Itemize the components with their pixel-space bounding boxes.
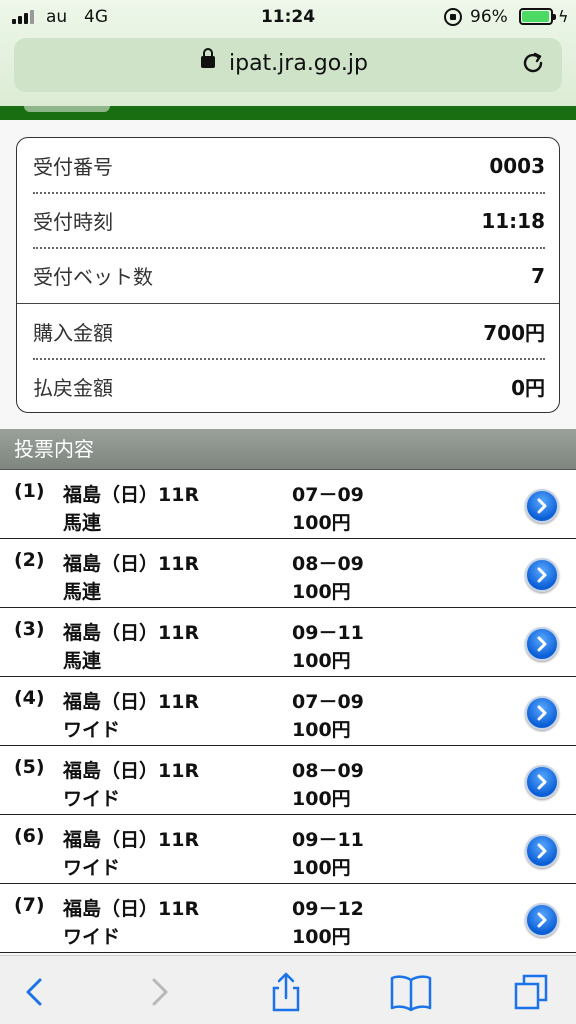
list-item[interactable]: (1) 福島（日）11R 馬連 07－09 100円 bbox=[0, 470, 576, 539]
chevron-right-icon[interactable] bbox=[525, 834, 559, 868]
header-tab[interactable] bbox=[24, 106, 110, 112]
bet-amount: 100円 bbox=[292, 857, 351, 879]
bet-combination: 07－09 bbox=[292, 484, 364, 506]
bet-list: (1) 福島（日）11R 馬連 07－09 100円 (2) 福島（日）11R … bbox=[0, 470, 576, 953]
receipt-row-bet-count: 受付ベット数 7 bbox=[33, 248, 545, 303]
bet-combination: 09－12 bbox=[292, 898, 364, 920]
chevron-right-icon[interactable] bbox=[525, 765, 559, 799]
receipt-value: 0003 bbox=[489, 153, 545, 178]
list-item[interactable]: (7) 福島（日）11R ワイド 09－12 100円 bbox=[0, 884, 576, 953]
bet-amount: 100円 bbox=[292, 512, 351, 534]
forward-icon[interactable] bbox=[140, 970, 180, 1014]
bet-type: ワイド bbox=[63, 926, 121, 948]
orientation-lock-icon bbox=[444, 8, 462, 26]
bet-race: 福島（日）11R bbox=[63, 484, 200, 506]
chevron-right-icon[interactable] bbox=[525, 489, 559, 523]
list-item[interactable]: (2) 福島（日）11R 馬連 08－09 100円 bbox=[0, 539, 576, 608]
list-item[interactable]: (4) 福島（日）11R ワイド 07－09 100円 bbox=[0, 677, 576, 746]
bet-type: ワイド bbox=[63, 788, 121, 810]
bet-race: 福島（日）11R bbox=[63, 898, 200, 920]
list-item[interactable]: (3) 福島（日）11R 馬連 09－11 100円 bbox=[0, 608, 576, 677]
chevron-right-icon[interactable] bbox=[525, 627, 559, 661]
chevron-right-icon[interactable] bbox=[525, 903, 559, 937]
bet-number: (6) bbox=[14, 825, 45, 847]
bet-amount: 100円 bbox=[292, 650, 351, 672]
receipt-label: 受付番号 bbox=[33, 155, 113, 179]
receipt-value: 0円 bbox=[511, 376, 545, 400]
bet-type: ワイド bbox=[63, 719, 121, 741]
bet-race: 福島（日）11R bbox=[63, 553, 200, 575]
bet-race: 福島（日）11R bbox=[63, 760, 200, 782]
browser-chrome: au 4G 11:24 96% ϟ ipat.jra.go.jp bbox=[0, 0, 576, 106]
receipt-label: 受付ベット数 bbox=[33, 265, 153, 289]
bet-type: 馬連 bbox=[63, 650, 102, 672]
bet-amount: 100円 bbox=[292, 719, 351, 741]
bet-amount: 100円 bbox=[292, 788, 351, 810]
bet-combination: 08－09 bbox=[292, 553, 364, 575]
receipt-value: 700円 bbox=[483, 321, 545, 345]
bet-race: 福島（日）11R bbox=[63, 622, 200, 644]
bookmarks-icon[interactable] bbox=[388, 970, 434, 1014]
receipt-label: 購入金額 bbox=[33, 321, 113, 345]
bet-number: (5) bbox=[14, 756, 45, 778]
chevron-right-icon[interactable] bbox=[525, 696, 559, 730]
bet-type: 馬連 bbox=[63, 512, 102, 534]
url-text[interactable]: ipat.jra.go.jp bbox=[229, 51, 368, 76]
battery-icon bbox=[519, 8, 556, 25]
bet-number: (2) bbox=[14, 549, 45, 571]
bet-combination: 09－11 bbox=[292, 622, 364, 644]
receipt-value: 7 bbox=[531, 263, 545, 288]
bet-race: 福島（日）11R bbox=[63, 829, 200, 851]
bet-type: 馬連 bbox=[63, 581, 102, 603]
receipt-row-payout-amount: 払戻金額 0円 bbox=[33, 359, 545, 412]
charging-icon: ϟ bbox=[558, 7, 569, 26]
bet-number: (1) bbox=[14, 480, 45, 502]
site-header-strip bbox=[0, 106, 576, 120]
receipt-label: 受付時刻 bbox=[33, 210, 113, 234]
bet-type: ワイド bbox=[63, 857, 121, 879]
status-bar: au 4G 11:24 96% ϟ bbox=[0, 0, 576, 34]
chevron-right-icon[interactable] bbox=[525, 558, 559, 592]
receipt-value: 11:18 bbox=[481, 208, 545, 233]
bet-number: (3) bbox=[14, 618, 45, 640]
tabs-icon[interactable] bbox=[512, 970, 552, 1014]
lock-icon bbox=[201, 48, 215, 68]
back-icon[interactable] bbox=[14, 970, 54, 1014]
share-icon[interactable] bbox=[266, 970, 306, 1014]
reload-icon[interactable] bbox=[520, 50, 546, 76]
receipt-row-purchase-amount: 購入金額 700円 bbox=[33, 304, 545, 359]
browser-toolbar bbox=[0, 955, 576, 1024]
receipt-label: 払戻金額 bbox=[33, 376, 113, 400]
receipt-row-number: 受付番号 0003 bbox=[33, 138, 545, 193]
bet-amount: 100円 bbox=[292, 926, 351, 948]
bet-number: (4) bbox=[14, 687, 45, 709]
bet-amount: 100円 bbox=[292, 581, 351, 603]
bet-number: (7) bbox=[14, 894, 45, 916]
list-item[interactable]: (5) 福島（日）11R ワイド 08－09 100円 bbox=[0, 746, 576, 815]
receipt-summary-card: 受付番号 0003 受付時刻 11:18 受付ベット数 7 購入金額 700円 … bbox=[16, 137, 560, 413]
receipt-row-time: 受付時刻 11:18 bbox=[33, 193, 545, 248]
bet-combination: 09－11 bbox=[292, 829, 364, 851]
battery-percent: 96% bbox=[470, 7, 508, 27]
bet-combination: 07－09 bbox=[292, 691, 364, 713]
bet-race: 福島（日）11R bbox=[63, 691, 200, 713]
section-title: 投票内容 bbox=[0, 429, 576, 470]
address-bar[interactable]: ipat.jra.go.jp bbox=[14, 38, 562, 92]
bet-combination: 08－09 bbox=[292, 760, 364, 782]
list-item[interactable]: (6) 福島（日）11R ワイド 09－11 100円 bbox=[0, 815, 576, 884]
